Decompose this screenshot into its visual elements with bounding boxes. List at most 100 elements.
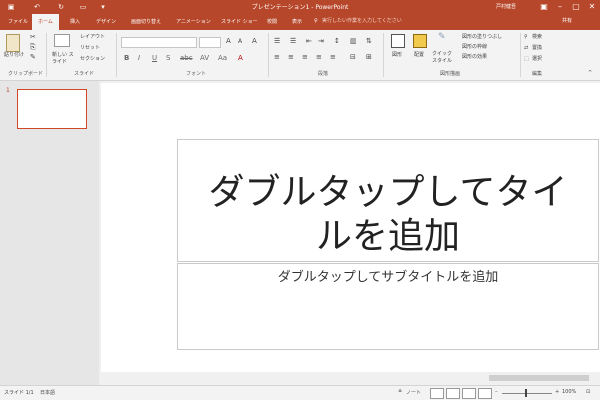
share-button[interactable]: 共有 <box>562 17 572 24</box>
slide-sorter-icon[interactable] <box>446 388 460 399</box>
reset-button[interactable]: リセット <box>80 45 100 52</box>
arrange-button[interactable]: 配置 <box>414 52 424 59</box>
ribbon-options-icon[interactable]: ▣ <box>536 1 552 13</box>
zoom-in-icon[interactable]: + <box>555 389 559 395</box>
separator <box>116 33 117 77</box>
slideshow-view-icon[interactable] <box>478 388 492 399</box>
tab-design[interactable]: デザイン <box>96 17 116 27</box>
subtitle-placeholder[interactable]: ダブルタップしてサブタイトルを追加 <box>177 263 599 350</box>
align-right-icon[interactable]: ≡ <box>302 54 308 61</box>
select-button[interactable]: 選択 <box>532 56 542 63</box>
copy-icon[interactable]: ⎘ <box>30 44 36 51</box>
quick-styles-icon[interactable]: ✎ <box>438 33 446 42</box>
font-name-dropdown[interactable] <box>121 37 197 48</box>
tab-animations[interactable]: アニメーション <box>176 17 211 27</box>
decrease-font-icon[interactable]: A <box>238 38 242 45</box>
notes-icon[interactable]: ≜ <box>398 389 402 395</box>
align-left-icon[interactable]: ≡ <box>274 54 280 61</box>
shape-effects-button[interactable]: 図形の効果 <box>462 54 487 61</box>
replace-icon[interactable]: ⇄ <box>524 45 528 52</box>
tab-review[interactable]: 校閲 <box>267 17 277 27</box>
bold-icon[interactable]: B <box>124 54 129 62</box>
quick-styles-button[interactable]: クイック スタイル <box>432 51 458 65</box>
distributed-icon[interactable]: ≡ <box>330 54 336 61</box>
new-slide-icon[interactable] <box>54 34 70 47</box>
tab-view[interactable]: 表示 <box>292 17 302 27</box>
separator <box>383 33 384 77</box>
user-name[interactable]: 戸村健吾 <box>496 3 516 10</box>
tab-home[interactable]: ホーム <box>32 14 59 30</box>
ribbon-tabs: ファイル ホーム 挿入 デザイン 画面切り替え アニメーション スライド ショー… <box>0 14 600 30</box>
font-color-icon[interactable]: A <box>238 54 243 62</box>
shadow-icon[interactable]: S <box>166 54 170 62</box>
zoom-out-icon[interactable]: – <box>495 389 498 395</box>
spacing-icon[interactable]: AV <box>200 54 209 62</box>
decrease-indent-icon[interactable]: ⇤ <box>306 38 312 45</box>
zoom-slider-thumb[interactable] <box>525 389 527 397</box>
italic-icon[interactable]: I <box>138 54 140 62</box>
new-slide-button[interactable]: 新しい スライド <box>52 52 74 66</box>
numbering-icon[interactable]: ☰ <box>290 38 296 45</box>
arrange-icon[interactable] <box>413 34 427 48</box>
maximize-icon[interactable]: ▢ <box>568 1 584 13</box>
group-clipboard-label: クリップボード <box>8 71 44 77</box>
zoom-level[interactable]: 100% <box>562 389 576 395</box>
increase-font-icon[interactable]: A <box>226 38 231 45</box>
title-line-2: ルを追加 <box>315 216 460 257</box>
tab-slideshow[interactable]: スライド ショー <box>221 17 258 27</box>
fit-to-window-icon[interactable]: ⊡ <box>586 389 590 395</box>
justify-icon[interactable]: ≡ <box>316 54 322 61</box>
find-button[interactable]: 検索 <box>532 34 542 41</box>
clear-formatting-icon[interactable]: A <box>252 38 257 45</box>
shapes-button[interactable]: 図形 <box>392 52 402 59</box>
separator <box>520 33 521 77</box>
change-case-icon[interactable]: Aa <box>218 54 227 62</box>
underline-icon[interactable]: U <box>152 54 157 62</box>
notes-button[interactable]: ノート <box>406 389 421 396</box>
increase-indent-icon[interactable]: ⇥ <box>318 38 324 45</box>
title-placeholder[interactable]: ダブルタップしてタイ ルを追加 <box>177 139 599 262</box>
shapes-icon[interactable] <box>391 34 405 48</box>
minimize-icon[interactable]: – <box>552 1 568 13</box>
close-icon[interactable]: ✕ <box>584 1 600 13</box>
search-icon[interactable]: ⚲ <box>524 34 528 41</box>
group-slides-label: スライド <box>74 71 95 77</box>
section-button[interactable]: セクション <box>80 56 105 63</box>
slide-canvas[interactable]: ダブルタップしてタイ ルを追加 ダブルタップしてサブタイトルを追加 <box>101 83 600 372</box>
replace-button[interactable]: 置換 <box>532 45 542 52</box>
paste-button[interactable]: 貼り付け <box>4 52 24 59</box>
paste-icon[interactable] <box>6 34 20 52</box>
line-spacing-icon[interactable]: ↕ <box>334 38 340 45</box>
normal-view-icon[interactable] <box>430 388 444 399</box>
font-size-dropdown[interactable] <box>199 37 221 48</box>
tell-me-input[interactable]: 実行したい作業を入力してください <box>322 17 402 24</box>
columns-icon[interactable]: ▥ <box>350 38 357 45</box>
slide-thumbnail[interactable] <box>17 89 87 129</box>
scrollbar-thumb[interactable] <box>489 375 589 381</box>
align-center-icon[interactable]: ≡ <box>288 54 294 61</box>
layout-button[interactable]: レイアウト <box>80 34 105 41</box>
select-icon[interactable]: ⬚ <box>524 56 529 63</box>
slide-number: 1 <box>6 87 10 94</box>
shape-outline-button[interactable]: 図形の枠線 <box>462 44 487 51</box>
cut-icon[interactable]: ✂ <box>30 34 36 41</box>
slide-thumbnail-pane: 1 <box>0 81 99 385</box>
strikethrough-icon[interactable]: abc <box>180 54 193 62</box>
zoom-slider[interactable] <box>502 393 552 394</box>
align-text-icon[interactable]: ⊟ <box>350 54 356 61</box>
language-indicator[interactable]: 日本語 <box>40 389 55 396</box>
tab-transitions[interactable]: 画面切り替え <box>131 17 161 27</box>
tab-insert[interactable]: 挿入 <box>70 17 80 27</box>
smartart-icon[interactable]: ⊞ <box>366 54 372 61</box>
bullets-icon[interactable]: ☰ <box>274 38 280 45</box>
reading-view-icon[interactable] <box>462 388 476 399</box>
format-painter-icon[interactable]: ✎ <box>30 54 36 61</box>
horizontal-scrollbar[interactable] <box>99 373 600 383</box>
text-direction-icon[interactable]: ⇅ <box>366 38 372 45</box>
tab-file[interactable]: ファイル <box>8 17 28 27</box>
slide-counter: スライド 1/1 <box>4 390 34 396</box>
collapse-ribbon-icon[interactable]: ^ <box>588 70 592 77</box>
shape-fill-button[interactable]: 図形の塗りつぶし <box>462 34 502 41</box>
group-font-label: フォント <box>186 71 207 77</box>
group-paragraph-label: 段落 <box>318 71 329 77</box>
